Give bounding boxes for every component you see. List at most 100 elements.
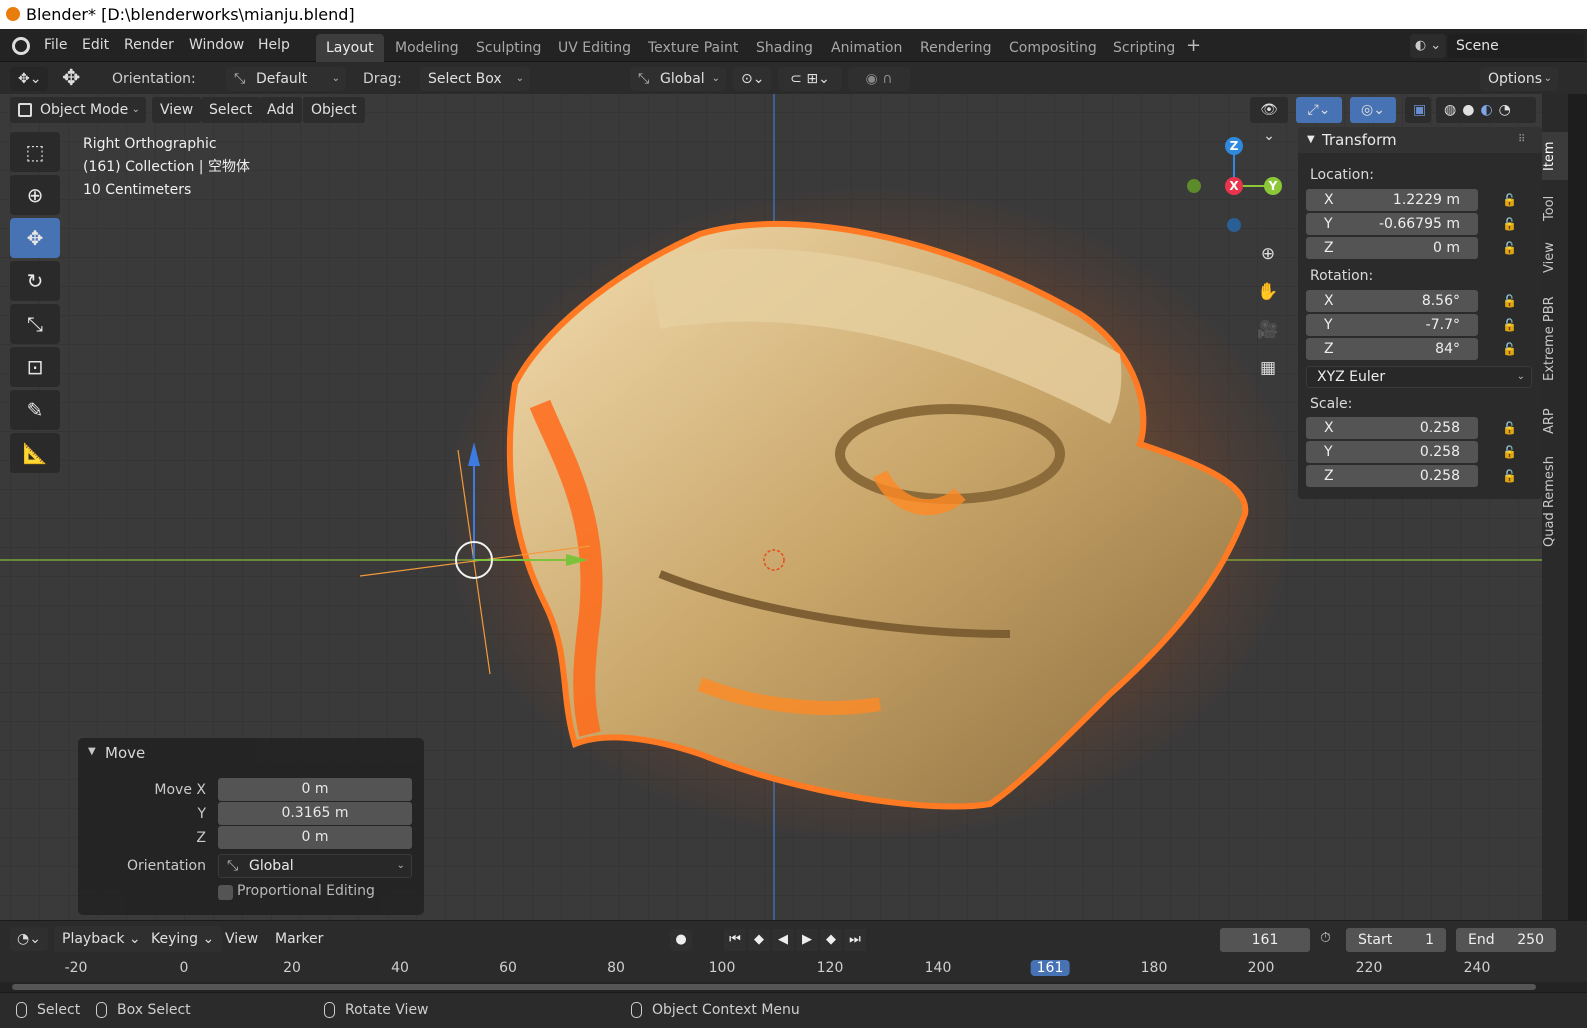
xray-icon[interactable]: ▣ bbox=[1405, 97, 1431, 123]
rotation-x-field[interactable]: X 8.56° bbox=[1306, 290, 1478, 312]
tab-extreme-pbr[interactable]: Extreme PBR bbox=[1542, 286, 1568, 392]
timeline-menu-marker[interactable]: Marker bbox=[275, 926, 323, 952]
transform-panel-header[interactable]: ▼ Transform ⠿ bbox=[1298, 127, 1542, 153]
scale-x-field[interactable]: X 0.258 bbox=[1306, 417, 1478, 439]
tab-view[interactable]: View bbox=[1542, 236, 1568, 280]
menu-edit[interactable]: Edit bbox=[82, 29, 109, 62]
jump-end-icon[interactable]: ⏭ bbox=[844, 929, 866, 951]
pan-hand-icon[interactable]: ✋ bbox=[1254, 278, 1282, 306]
start-frame-field[interactable]: Start 1 bbox=[1346, 928, 1446, 952]
gizmo-neg-y-ball[interactable] bbox=[1187, 179, 1201, 193]
play-icon[interactable]: ▶ bbox=[796, 929, 818, 951]
timeline-menu-keying[interactable]: Keying ⌄ bbox=[143, 926, 223, 952]
lock-icon[interactable]: 🔓 bbox=[1502, 318, 1518, 332]
tab-uv-editing[interactable]: UV Editing bbox=[548, 34, 641, 62]
tab-rendering[interactable]: Rendering bbox=[910, 34, 1002, 62]
tab-scripting[interactable]: Scripting bbox=[1103, 34, 1185, 62]
lock-icon[interactable]: 🔓 bbox=[1502, 469, 1518, 483]
pivot-point-icon[interactable]: ⊙⌄ bbox=[733, 67, 771, 91]
tab-item[interactable]: Item bbox=[1542, 132, 1568, 180]
proportional-editing-checkbox[interactable] bbox=[218, 885, 233, 900]
cursor-tool-icon[interactable]: ⊕ bbox=[10, 175, 60, 215]
tab-compositing[interactable]: Compositing bbox=[999, 34, 1107, 62]
location-z-field[interactable]: Z 0 m bbox=[1306, 237, 1478, 259]
scale-z-field[interactable]: Z 0.258 bbox=[1306, 465, 1478, 487]
end-frame-field[interactable]: End 250 bbox=[1456, 928, 1556, 952]
prev-keyframe-icon[interactable]: ◆ bbox=[748, 929, 770, 951]
viewport-menu-object[interactable]: Object bbox=[303, 97, 365, 123]
scale-tool-icon[interactable]: ⤡ bbox=[10, 304, 60, 344]
lock-icon[interactable]: 🔓 bbox=[1502, 217, 1518, 231]
gizmo-y-ball[interactable]: Y bbox=[1264, 177, 1282, 195]
menu-file[interactable]: File bbox=[44, 29, 67, 62]
tab-shading[interactable]: Shading bbox=[746, 34, 823, 62]
timeline-menu-playback[interactable]: Playback ⌄ bbox=[54, 926, 149, 952]
lock-icon[interactable]: 🔓 bbox=[1502, 445, 1518, 459]
move-x-field[interactable]: 0 m bbox=[218, 778, 412, 801]
play-reverse-icon[interactable]: ◀ bbox=[772, 929, 794, 951]
menu-help[interactable]: Help bbox=[258, 29, 290, 62]
tab-tool[interactable]: Tool bbox=[1542, 186, 1568, 230]
blender-menu-icon[interactable] bbox=[12, 37, 30, 55]
snap-icon[interactable]: ⊂ ⊞⌄ bbox=[778, 67, 842, 91]
frame-ruler[interactable]: -20 0 20 40 60 80 100 120 140 161 180 20… bbox=[0, 956, 1587, 982]
select-box-tool-icon[interactable]: ⬚ bbox=[10, 132, 60, 172]
measure-tool-icon[interactable]: 📐 bbox=[10, 433, 60, 473]
location-y-field[interactable]: Y -0.66795 m bbox=[1306, 213, 1478, 235]
menu-render[interactable]: Render bbox=[124, 29, 174, 62]
playhead-frame[interactable]: 161 bbox=[1030, 960, 1070, 976]
lock-icon[interactable]: 🔓 bbox=[1502, 193, 1518, 207]
rendered-shading-icon[interactable]: ◔ bbox=[1499, 102, 1517, 118]
tab-animation[interactable]: Animation bbox=[821, 34, 912, 62]
stopwatch-icon[interactable]: ⏱ bbox=[1320, 930, 1331, 946]
viewport-menu-select[interactable]: Select bbox=[201, 97, 261, 123]
timeline-menu-view[interactable]: View bbox=[225, 926, 258, 952]
gizmo-z-ball[interactable]: Z bbox=[1225, 137, 1243, 155]
transform-tool-icon[interactable]: ⊡ bbox=[10, 347, 60, 387]
location-x-field[interactable]: X 1.2229 m bbox=[1306, 189, 1478, 211]
move-tool-button-icon[interactable]: ✥ bbox=[10, 218, 60, 258]
next-keyframe-icon[interactable]: ◆ bbox=[820, 929, 842, 951]
tab-layout[interactable]: Layout bbox=[316, 34, 384, 62]
gizmo-neg-z-ball[interactable] bbox=[1227, 218, 1241, 232]
camera-view-icon[interactable]: 🎥 bbox=[1254, 316, 1282, 344]
menu-window[interactable]: Window bbox=[189, 29, 244, 62]
proportional-editing-icon[interactable]: ◉ ∩ bbox=[848, 67, 910, 91]
solid-shading-icon[interactable]: ● bbox=[1462, 102, 1480, 118]
zoom-icon[interactable]: ⊕ bbox=[1254, 240, 1282, 268]
rotation-z-field[interactable]: Z 84° bbox=[1306, 338, 1478, 360]
shading-modes[interactable]: ◍●◐◔ bbox=[1436, 97, 1536, 123]
record-icon[interactable]: ● bbox=[670, 929, 692, 951]
show-gizmo-icon[interactable]: ⤢⌄ bbox=[1296, 97, 1342, 123]
gizmo-x-ball[interactable]: X bbox=[1225, 177, 1243, 195]
scene-selector-icon[interactable]: ◐ ⌄ bbox=[1410, 34, 1446, 58]
viewport-menu-add[interactable]: Add bbox=[259, 97, 303, 123]
mode-dropdown[interactable]: Object Mode ⌄ bbox=[10, 97, 146, 123]
orientation-op-dropdown[interactable]: ⤡ Global ⌄ bbox=[218, 854, 412, 878]
options-dropdown[interactable]: Options ⌄ bbox=[1480, 67, 1558, 91]
annotate-tool-icon[interactable]: ✎ bbox=[10, 390, 60, 430]
ortho-grid-icon[interactable]: ▦ bbox=[1254, 354, 1282, 382]
scale-y-field[interactable]: Y 0.258 bbox=[1306, 441, 1478, 463]
drag-dropdown[interactable]: Select Box ⌄ bbox=[420, 67, 530, 91]
lock-icon[interactable]: 🔓 bbox=[1502, 421, 1518, 435]
lock-icon[interactable]: 🔓 bbox=[1502, 241, 1518, 255]
tab-modeling[interactable]: Modeling bbox=[385, 34, 469, 62]
tab-sculpting[interactable]: Sculpting bbox=[466, 34, 551, 62]
scene-name-field[interactable]: Scene bbox=[1448, 34, 1584, 58]
tab-arp[interactable]: ARP bbox=[1542, 398, 1568, 444]
drag-handle-icon[interactable]: ⠿ bbox=[1518, 127, 1525, 153]
tool-settings-icon[interactable]: ✥⌄ bbox=[10, 67, 48, 91]
move-y-field[interactable]: 0.3165 m bbox=[218, 802, 412, 825]
orientation-dropdown[interactable]: ⤡ Default ⌄ bbox=[226, 67, 346, 91]
move-z-field[interactable]: 0 m bbox=[218, 826, 412, 849]
lock-icon[interactable]: 🔓 bbox=[1502, 294, 1518, 308]
jump-start-icon[interactable]: ⏮ bbox=[724, 929, 746, 951]
rotate-tool-icon[interactable]: ↻ bbox=[10, 261, 60, 301]
wireframe-shading-icon[interactable]: ◍ bbox=[1444, 102, 1462, 118]
tab-quad-remesh[interactable]: Quad Remesh bbox=[1542, 450, 1568, 554]
collapse-arrow-icon[interactable]: ▼ bbox=[88, 746, 96, 757]
rotation-mode-dropdown[interactable]: XYZ Euler ⌄ bbox=[1306, 366, 1532, 388]
lock-icon[interactable]: 🔓 bbox=[1502, 342, 1518, 356]
add-workspace-icon[interactable]: + bbox=[1186, 35, 1201, 56]
